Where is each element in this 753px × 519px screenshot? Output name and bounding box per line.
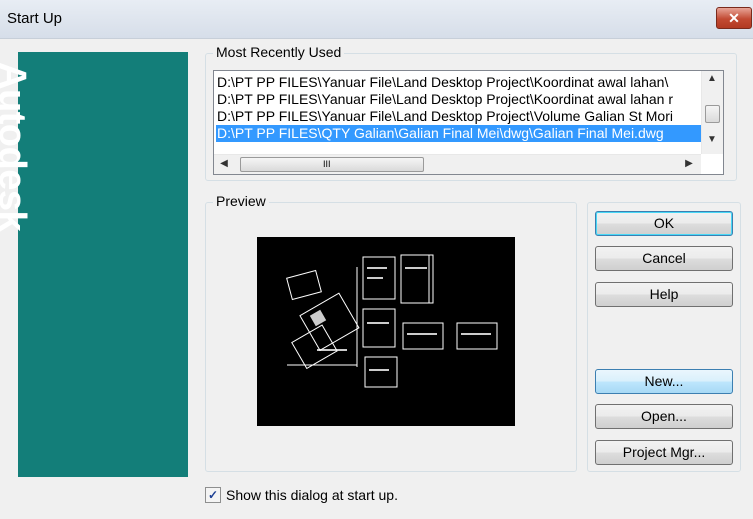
ok-button[interactable]: OK (595, 211, 733, 236)
brand-logo-text: Autodesk (0, 62, 33, 232)
vertical-scroll-thumb[interactable] (705, 105, 720, 123)
show-at-startup-label[interactable]: Show this dialog at start up. (226, 487, 398, 503)
help-button[interactable]: Help (595, 282, 733, 307)
autodesk-brand-panel: Autodesk (0, 52, 188, 477)
title-bar: Start Up ✕ (0, 0, 753, 39)
close-button[interactable]: ✕ (716, 7, 752, 29)
vertical-scrollbar[interactable]: ▲ ▼ (701, 71, 723, 154)
drawing-preview (257, 237, 515, 426)
mru-group-label: Most Recently Used (213, 44, 345, 60)
horizontal-scrollbar[interactable]: ◀ III ▶ (214, 154, 701, 174)
horizontal-scroll-thumb[interactable]: III (240, 157, 424, 172)
scroll-down-icon[interactable]: ▼ (702, 134, 722, 145)
mru-item[interactable]: D:\PT PP FILES\Yanuar File\Land Desktop … (216, 108, 701, 125)
mru-item[interactable]: D:\PT PP FILES\Yanuar File\Land Desktop … (216, 91, 701, 108)
mru-item[interactable]: D:\PT PP FILES\Yanuar File\Land Desktop … (216, 74, 701, 91)
mru-file-list[interactable]: D:\PT PP FILES\Yanuar File\Land Desktop … (213, 70, 724, 175)
show-at-startup-checkbox[interactable]: ✓ (205, 487, 221, 503)
cancel-button[interactable]: Cancel (595, 246, 733, 271)
project-manager-button[interactable]: Project Mgr... (595, 440, 733, 465)
scroll-grip-icon: III (323, 159, 331, 169)
button-group (587, 202, 741, 472)
open-button[interactable]: Open... (595, 404, 733, 429)
window-title: Start Up (7, 10, 63, 27)
scroll-right-icon[interactable]: ▶ (683, 158, 695, 169)
checkmark-icon: ✓ (207, 488, 219, 502)
new-button[interactable]: New... (595, 369, 733, 394)
scroll-left-icon[interactable]: ◀ (218, 158, 230, 169)
preview-group-label: Preview (213, 193, 269, 209)
mru-item-selected[interactable]: D:\PT PP FILES\QTY Galian\Galian Final M… (216, 125, 701, 142)
scroll-up-icon[interactable]: ▲ (702, 73, 722, 84)
drawing-thumbnail (286, 254, 498, 388)
close-icon: ✕ (728, 10, 740, 26)
